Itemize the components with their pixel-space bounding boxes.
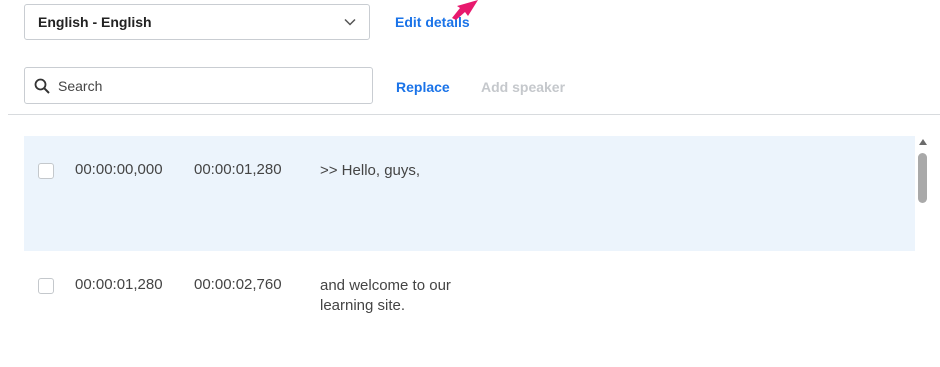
divider [8,114,940,115]
search-icon [34,78,50,94]
caption-checkbox[interactable] [38,278,54,294]
caption-row[interactable]: 00:00:01,280 00:00:02,760 and welcome to… [24,251,915,366]
scrollbar[interactable] [915,136,931,367]
caption-end-time[interactable]: 00:00:01,280 [194,161,282,178]
caption-editor: English - English Edit details Replace A… [0,0,940,367]
caption-start-time[interactable]: 00:00:01,280 [75,276,163,293]
scrollbar-thumb[interactable] [918,153,927,203]
caption-checkbox[interactable] [38,163,54,179]
chevron-down-icon [343,15,357,29]
caption-list: 00:00:00,000 00:00:01,280 >> Hello, guys… [24,136,915,366]
language-select-value: English - English [38,14,152,30]
caption-text[interactable]: >> Hello, guys, [320,161,500,181]
annotation-arrow-icon [452,0,478,20]
caption-text[interactable]: and welcome to our learning site. [320,276,500,316]
caption-row[interactable]: 00:00:00,000 00:00:01,280 >> Hello, guys… [24,136,915,251]
replace-button[interactable]: Replace [396,79,450,95]
search-input[interactable] [56,76,360,95]
language-select[interactable]: English - English [24,4,370,40]
add-speaker-button: Add speaker [481,79,566,95]
search-field[interactable] [24,67,373,104]
scroll-up-arrow-icon[interactable] [919,139,927,145]
caption-end-time[interactable]: 00:00:02,760 [194,276,282,293]
caption-start-time[interactable]: 00:00:00,000 [75,161,163,178]
